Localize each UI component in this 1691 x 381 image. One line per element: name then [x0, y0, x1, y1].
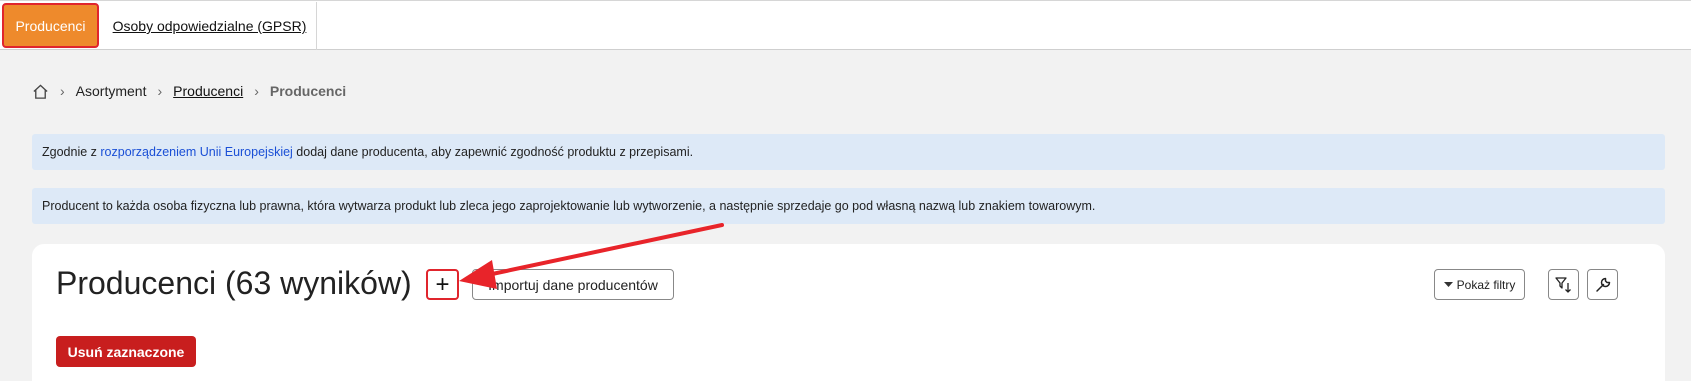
info-definition-text: Producent to każda osoba fizyczna lub pr…	[42, 199, 1096, 213]
import-producers-button[interactable]: Importuj dane producentów	[472, 269, 674, 300]
add-producer-button[interactable]: +	[426, 269, 459, 300]
show-filters-button[interactable]: Pokaż filtry	[1434, 269, 1525, 300]
caret-down-icon	[1443, 281, 1453, 287]
top-tab-bar: Producenci Osoby odpowiedzialne (GPSR)	[0, 0, 1691, 50]
tab-osoby-odpowiedzialne[interactable]: Osoby odpowiedzialne (GPSR)	[103, 2, 317, 50]
breadcrumb-item-producenci-link[interactable]: Producenci	[173, 83, 243, 99]
info-text-prefix: Zgodnie z	[42, 145, 101, 159]
tab-producenci[interactable]: Producenci	[2, 3, 99, 48]
info-banner-regulation: Zgodnie z rozporządzeniem Unii Europejsk…	[32, 134, 1665, 170]
page-title: Producenci (63 wyników)	[56, 265, 412, 301]
chevron-right-icon: ›	[60, 83, 65, 99]
filter-sort-icon	[1554, 276, 1571, 293]
chevron-right-icon: ›	[254, 83, 259, 99]
chevron-right-icon: ›	[157, 83, 163, 99]
breadcrumb-item-current: Producenci	[269, 83, 347, 99]
eu-regulation-link[interactable]: rozporządzeniem Unii Europejskiej	[100, 145, 292, 159]
info-text-suffix: dodaj dane producenta, aby zapewnić zgod…	[292, 145, 694, 159]
breadcrumb: › Asortyment › Producenci › Producenci	[32, 80, 346, 102]
wrench-icon	[1595, 277, 1610, 292]
breadcrumb-item-asortyment: Asortyment	[75, 83, 147, 99]
show-filters-label: Pokaż filtry	[1456, 277, 1516, 292]
filter-sort-button[interactable]	[1548, 269, 1579, 300]
info-banner-definition: Producent to każda osoba fizyczna lub pr…	[32, 188, 1665, 224]
delete-selected-button[interactable]: Usuń zaznaczone	[56, 336, 196, 367]
home-icon[interactable]	[32, 83, 49, 100]
settings-button[interactable]	[1587, 269, 1618, 300]
